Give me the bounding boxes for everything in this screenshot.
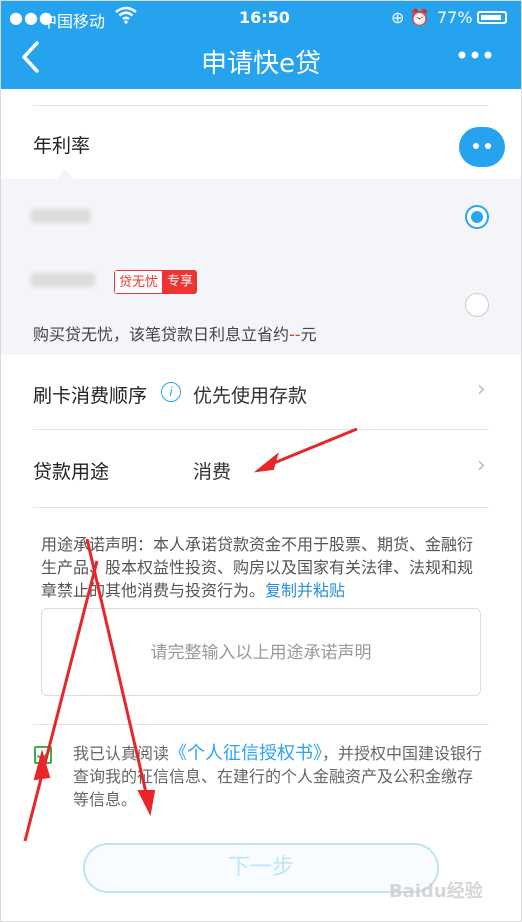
annotation-arrowhead — [137, 790, 156, 817]
annotation-arrow — [85, 538, 149, 798]
annotation-arrows — [23, 427, 358, 842]
annotation-arrow — [268, 427, 358, 467]
annotation-arrow — [23, 560, 99, 842]
app-screen: ●●● 中国移动 16:50 ⊕ ⏰ 77% 申请快e贷 年利率 贷无忧 专享 — [0, 0, 522, 922]
annotation-arrowhead — [253, 452, 279, 473]
